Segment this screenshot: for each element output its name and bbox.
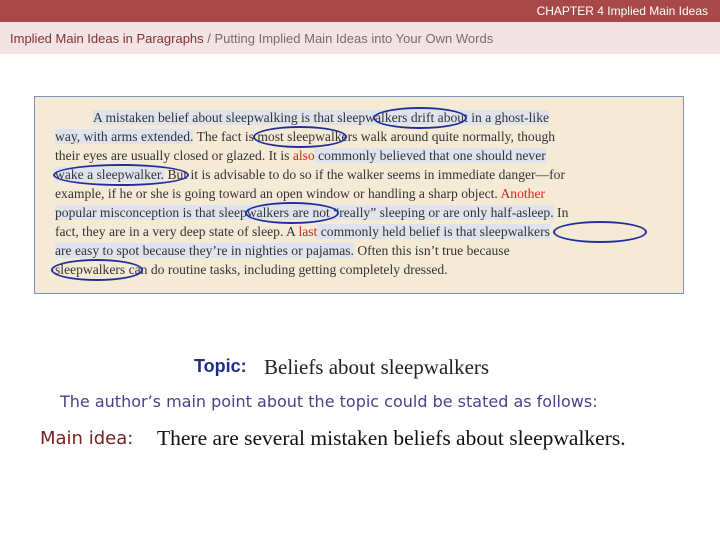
passage-text: In <box>553 205 569 220</box>
passage-line-3: their eyes are usually closed or glazed.… <box>55 148 546 164</box>
passage-line-7: fact, they are in a very deep state of s… <box>55 224 550 240</box>
header-bar: CHAPTER 4 Implied Main Ideas Implied Mai… <box>0 0 720 54</box>
topic-text: Beliefs about sleepwalkers <box>264 355 490 379</box>
topic-label: Topic: <box>194 356 247 376</box>
sleepwalkers-circle <box>553 221 647 243</box>
passage-text: fact, they are in a very deep state of s… <box>55 224 299 239</box>
sleepwalker-circle <box>53 164 189 186</box>
signal-word-also: also <box>292 148 315 163</box>
sleepwalkers-circle <box>373 107 467 129</box>
passage-text: Often this isn’t true because <box>353 243 510 258</box>
passage-highlight: way, with arms extended. <box>55 129 194 144</box>
passage-line-5: example, if he or she is going toward an… <box>55 186 545 202</box>
passage-text: example, if he or she is going toward an… <box>55 186 501 201</box>
passage-highlight: commonly believed that one should never <box>314 148 546 163</box>
breadcrumb-main: Implied Main Ideas in Paragraphs <box>10 31 204 46</box>
main-idea-label: Main idea: <box>40 428 134 449</box>
header-strip: CHAPTER 4 Implied Main Ideas <box>0 0 720 22</box>
breadcrumb-separator: / <box>203 31 215 46</box>
passage-line-8: are easy to spot because they’re in nigh… <box>55 243 510 259</box>
sleepwalkers-circle <box>245 202 339 224</box>
chapter-title: CHAPTER 4 Implied Main Ideas <box>536 4 708 18</box>
passage-highlight: are easy to spot because they’re in nigh… <box>55 243 354 258</box>
passage-line-1: A mistaken belief about sleepwalking is … <box>93 110 550 126</box>
breadcrumb: Implied Main Ideas in Paragraphs / Putti… <box>10 31 493 46</box>
sleepwalkers-circle <box>253 126 347 148</box>
passage-highlight: commonly held belief is that sleepwalker… <box>317 224 550 239</box>
passage-text: The fact is most sleepwalkers walk aroun… <box>193 129 556 144</box>
passage-text: But it is advisable to do so if the walk… <box>164 167 566 182</box>
passage-box: A mistaken belief about sleepwalking is … <box>34 96 684 294</box>
passage-highlight: A mistaken belief about sleepwalking is … <box>93 110 550 125</box>
passage-text: their eyes are usually closed or glazed.… <box>55 148 293 163</box>
signal-word-last: last <box>298 224 318 239</box>
signal-word-another: Another <box>500 186 546 201</box>
author-point-line: The author’s main point about the topic … <box>60 392 598 411</box>
sleepwalkers-circle <box>51 259 143 281</box>
main-idea-text: There are several mistaken beliefs about… <box>157 426 626 450</box>
breadcrumb-sub: Putting Implied Main Ideas into Your Own… <box>214 31 494 46</box>
